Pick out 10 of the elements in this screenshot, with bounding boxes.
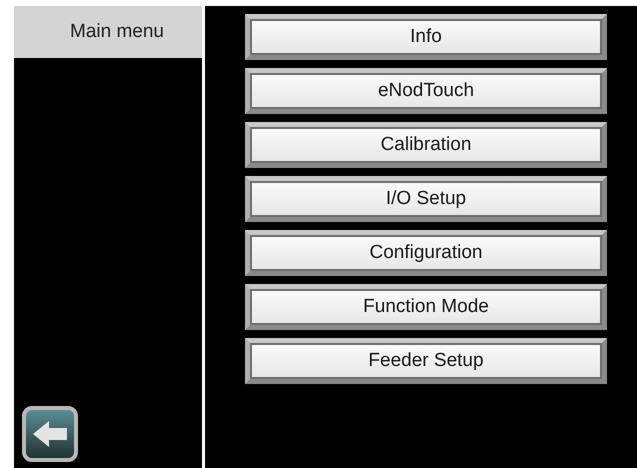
back-button[interactable] bbox=[22, 406, 78, 462]
menu-button[interactable]: Info bbox=[245, 14, 607, 60]
sidebar-header: Main menu bbox=[14, 6, 202, 58]
menu-button[interactable]: I/O Setup bbox=[245, 176, 607, 222]
menu-button[interactable]: Configuration bbox=[245, 230, 607, 276]
menu-button[interactable]: Calibration bbox=[245, 122, 607, 168]
menu-button[interactable]: eNodTouch bbox=[245, 68, 607, 114]
back-arrow-icon bbox=[31, 419, 69, 449]
menu-button[interactable]: Function Mode bbox=[245, 284, 607, 330]
menu-button[interactable]: Feeder Setup bbox=[245, 338, 607, 384]
